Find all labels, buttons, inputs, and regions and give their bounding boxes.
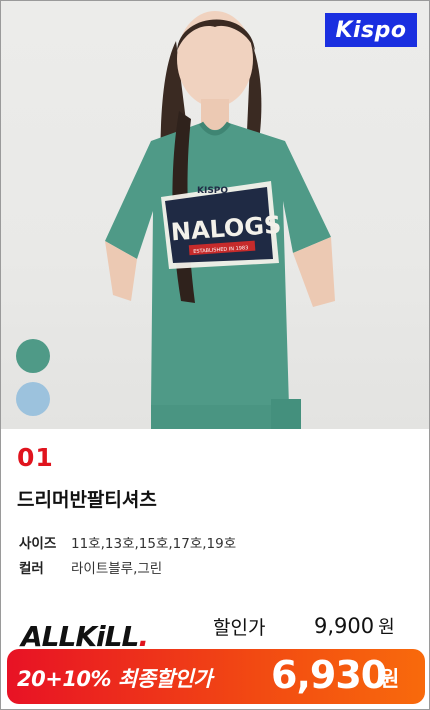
sale-price-value: 9,900 [314, 614, 375, 638]
size-label: 사이즈 [19, 536, 57, 552]
final-price-bar[interactable]: 20+10% 최종할인가 6,930 원 [7, 649, 425, 704]
color-swatch-lightblue[interactable] [16, 382, 50, 416]
size-value: 11호,13호,15호,17호,19호 [71, 536, 237, 552]
brand-logo: Kispo [325, 13, 417, 47]
product-photo[interactable]: KISPO NALOGS ESTABLISHED IN 1983 Kispo [1, 1, 429, 429]
final-price-unit: 원 [380, 667, 400, 691]
product-title[interactable]: 드리머반팔티셔츠 [17, 485, 157, 512]
product-number: 01 [17, 443, 54, 472]
print-brand: KISPO [197, 186, 228, 196]
final-price-value: 6,930 [271, 653, 387, 697]
product-card[interactable]: KISPO NALOGS ESTABLISHED IN 1983 Kispo 0… [0, 0, 430, 710]
sale-price: 9,900 원 [314, 613, 395, 639]
sale-price-unit: 원 [378, 617, 395, 638]
color-value: 라이트블루,그린 [71, 561, 163, 577]
size-spec: 사이즈 11호,13호,15호,17호,19호 [19, 532, 236, 552]
color-swatch-green[interactable] [16, 339, 50, 373]
model-illustration: KISPO NALOGS ESTABLISHED IN 1983 [105, 11, 335, 429]
color-label: 컬러 [19, 561, 44, 577]
sale-label: 할인가 [213, 617, 266, 639]
final-price-label: 20+10% 최종할인가 [17, 667, 213, 691]
color-spec: 컬러 라이트블루,그린 [19, 557, 162, 577]
